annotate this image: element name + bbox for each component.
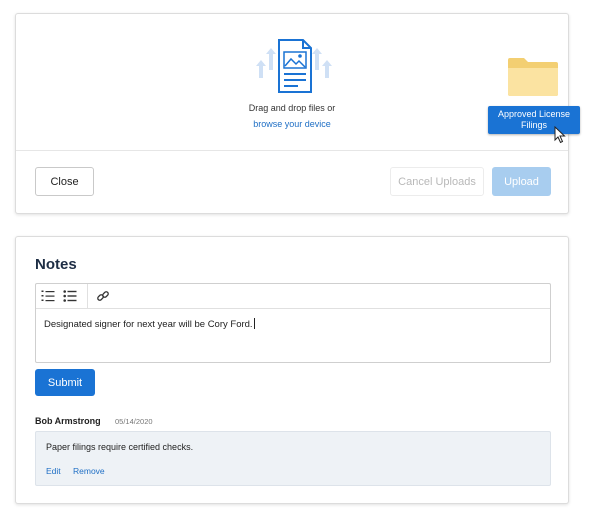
upload-divider xyxy=(16,150,568,151)
bulleted-list-icon[interactable] xyxy=(63,289,77,303)
drag-tooltip: Approved License Filings xyxy=(488,106,580,134)
folder-icon[interactable] xyxy=(506,54,562,98)
editor-content[interactable]: Designated signer for next year will be … xyxy=(44,318,255,330)
cancel-uploads-button[interactable]: Cancel Uploads xyxy=(390,167,484,196)
pointer-cursor-icon xyxy=(554,126,566,144)
notes-panel: Notes Designated signer for next year wi… xyxy=(15,236,569,504)
toolbar-separator xyxy=(87,284,88,308)
note-editor[interactable]: Designated signer for next year will be … xyxy=(35,283,551,363)
browse-device-link[interactable]: browse your device xyxy=(16,119,568,129)
submit-button[interactable]: Submit xyxy=(35,369,95,396)
numbered-list-icon[interactable] xyxy=(41,289,55,303)
note-text: Paper filings require certified checks. xyxy=(46,442,194,452)
note-item: Paper filings require certified checks. … xyxy=(35,431,551,486)
note-author: Bob Armstrong xyxy=(35,416,101,426)
upload-panel: Drag and drop files or browse your devic… xyxy=(15,13,580,214)
editor-value: Designated signer for next year will be … xyxy=(44,319,253,330)
note-date: 05/14/2020 xyxy=(115,417,153,426)
upload-button[interactable]: Upload xyxy=(492,167,551,196)
notes-title: Notes xyxy=(35,256,77,273)
remove-note-link[interactable]: Remove xyxy=(73,466,105,476)
drag-drop-text: Drag and drop files or xyxy=(248,103,336,113)
editor-toolbar xyxy=(36,284,550,309)
file-dropzone[interactable]: Drag and drop files or browse your devic… xyxy=(16,14,568,150)
close-button[interactable]: Close xyxy=(35,167,94,196)
file-image-upload-icon xyxy=(256,39,332,93)
link-icon[interactable] xyxy=(96,289,110,303)
text-caret xyxy=(253,318,255,329)
edit-note-link[interactable]: Edit xyxy=(46,466,61,476)
